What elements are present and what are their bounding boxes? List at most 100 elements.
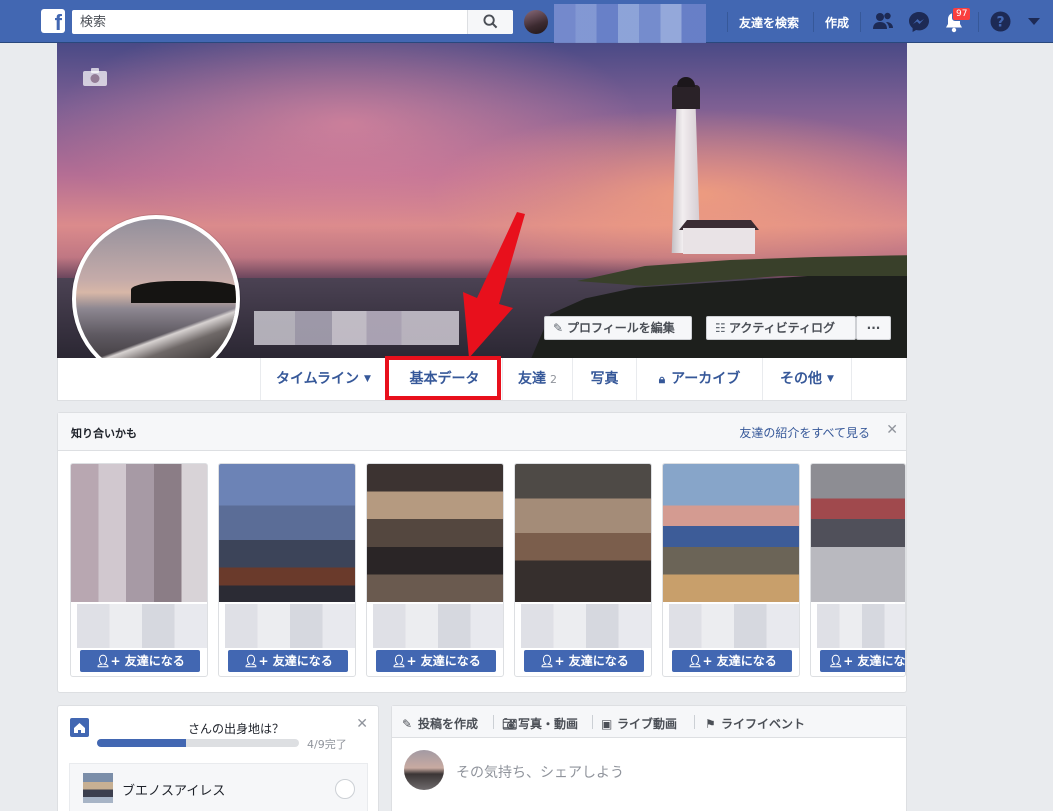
close-icon[interactable]: ✕: [356, 716, 368, 732]
life-event-tab[interactable]: ⚑ ライフイベント: [705, 715, 805, 732]
tab-label: タイムライン: [276, 371, 360, 387]
add-friend-button[interactable]: 👤︎+ 友達になる: [820, 650, 906, 672]
divider: [694, 715, 695, 729]
suggestion-photo[interactable]: [71, 464, 207, 602]
lock-icon: 🔒︎: [658, 372, 666, 386]
city-radio-button[interactable]: [335, 779, 355, 799]
tab-timeline[interactable]: タイムライン ▼: [260, 358, 386, 400]
pencil-icon: ✎: [402, 717, 413, 731]
lighthouse-lamp: [672, 85, 700, 109]
add-friend-icon: 👤︎+: [828, 654, 854, 668]
add-friend-button[interactable]: 👤︎+ 友達になる: [80, 650, 200, 672]
create-post-tab[interactable]: ✎ 投稿を作成: [402, 715, 478, 732]
add-friend-label: 友達になる: [272, 654, 333, 668]
suggestion-name-blurred[interactable]: [373, 604, 503, 648]
suggestion-name-blurred[interactable]: [521, 604, 651, 648]
palm-island: [131, 281, 236, 303]
live-video-label: ライブ動画: [617, 717, 678, 731]
divider: [860, 12, 861, 32]
user-name-blurred[interactable]: [554, 4, 706, 48]
add-friend-button[interactable]: 👤︎+ 友達になる: [376, 650, 496, 672]
close-icon[interactable]: ✕: [886, 422, 898, 438]
city-option[interactable]: ブエノスアイレス: [69, 763, 368, 811]
suggestion-card[interactable]: 👤︎+ 友達になる: [218, 463, 356, 677]
add-friend-button[interactable]: 👤︎+ 友達になる: [228, 650, 348, 672]
suggestion-name-blurred[interactable]: [77, 604, 207, 648]
list-icon: ☷: [715, 321, 726, 335]
edit-profile-label: プロフィールを編集: [567, 321, 675, 335]
activity-log-label: アクティビティログ: [729, 321, 835, 335]
search-input[interactable]: [72, 10, 467, 34]
edit-profile-button[interactable]: ✎ プロフィールを編集: [544, 316, 692, 340]
add-friend-label: 友達になる: [568, 654, 629, 668]
user-avatar[interactable]: [524, 10, 548, 34]
divider: [978, 12, 979, 32]
suggestion-name-blurred[interactable]: [669, 604, 799, 648]
top-navbar: f 友達を検索 作成 97 ?: [0, 0, 1053, 48]
suggestion-photo[interactable]: [811, 464, 905, 602]
profile-name-blurred: [254, 311, 459, 345]
pymk-header: 知り合いかも 友達の紹介をすべて見る ✕: [58, 413, 906, 451]
live-video-tab[interactable]: ▣ ライブ動画: [601, 715, 677, 732]
divider: [813, 12, 814, 32]
divider: [493, 715, 494, 729]
city-thumbnail: [83, 773, 113, 803]
add-friend-icon: 👤︎+: [243, 654, 269, 668]
notification-count-badge: 97: [952, 7, 972, 21]
find-friends-link[interactable]: 友達を検索: [739, 14, 799, 31]
activity-log-button[interactable]: ☷ アクティビティログ: [706, 316, 856, 340]
suggestion-photo[interactable]: [367, 464, 503, 602]
add-friend-label: 友達になる: [857, 654, 906, 668]
tab-friends[interactable]: 友達 2: [502, 358, 572, 400]
suggestion-card[interactable]: 👤︎+ 友達になる: [662, 463, 800, 677]
camera-icon: 📷︎: [502, 717, 518, 731]
svg-text:?: ?: [996, 15, 1004, 31]
create-link[interactable]: 作成: [825, 14, 849, 31]
house: [683, 228, 755, 254]
friend-count: 2: [550, 373, 557, 386]
create-post-label: 投稿を作成: [418, 717, 479, 731]
tab-label: その他: [780, 371, 823, 387]
suggestion-name-blurred[interactable]: [225, 604, 355, 648]
suggestion-card[interactable]: 👤︎+ 友達になる: [514, 463, 652, 677]
composer-tabs: ✎ 投稿を作成 📷︎写真・動画 ▣ ライブ動画 ⚑ ライフイベント: [392, 706, 906, 738]
pymk-title: 知り合いかも: [71, 427, 137, 440]
people-you-may-know: 知り合いかも 友達の紹介をすべて見る ✕ 👤︎+ 友達になる 👤︎+ 友達になる…: [57, 412, 907, 693]
facebook-logo-icon[interactable]: f: [41, 9, 65, 35]
help-icon[interactable]: ?: [990, 11, 1011, 32]
tab-label: アーカイブ: [671, 371, 741, 387]
photo-video-tab[interactable]: 📷︎写真・動画: [502, 715, 578, 732]
friend-requests-icon[interactable]: [872, 11, 894, 31]
tab-archive[interactable]: 🔒︎ アーカイブ: [636, 358, 762, 400]
search-button[interactable]: [467, 10, 513, 34]
composer-avatar: [404, 750, 444, 790]
add-friend-button[interactable]: 👤︎+ 友達になる: [524, 650, 644, 672]
pencil-icon: ✎: [553, 321, 564, 335]
suggestion-name-blurred[interactable]: [817, 604, 905, 648]
tab-label: 写真: [590, 371, 619, 387]
suggestion-card[interactable]: 👤︎+ 友達になる: [366, 463, 504, 677]
tab-photos[interactable]: 写真: [572, 358, 636, 400]
hometown-question: さんの出身地は？: [188, 722, 285, 736]
caret-down-icon: ▼: [364, 374, 371, 384]
progress-fill: [97, 739, 186, 747]
add-friend-button[interactable]: 👤︎+ 友達になる: [672, 650, 792, 672]
add-friend-label: 友達になる: [716, 654, 777, 668]
suggestion-photo[interactable]: [219, 464, 355, 602]
hometown-prompt-card: さんの出身地は？ ✕ 4/9完了 ブエノスアイレス: [57, 705, 379, 811]
suggestion-photo[interactable]: [515, 464, 651, 602]
suggestion-photo[interactable]: [663, 464, 799, 602]
search-box: [72, 10, 513, 34]
messenger-icon[interactable]: [908, 11, 930, 33]
composer-input[interactable]: その気持ち、シェアしよう: [456, 762, 624, 782]
suggestion-card[interactable]: 👤︎+ 友達になる: [810, 463, 906, 677]
tab-more[interactable]: その他 ▼: [762, 358, 852, 400]
more-options-button[interactable]: ···: [856, 316, 891, 340]
add-friend-label: 友達になる: [124, 654, 185, 668]
see-all-suggestions-link[interactable]: 友達の紹介をすべて見る: [739, 424, 870, 441]
suggestion-card[interactable]: 👤︎+ 友達になる: [70, 463, 208, 677]
home-icon: [70, 718, 89, 737]
red-arrow-annotation: [463, 212, 525, 358]
account-menu-chevron-down-icon[interactable]: [1028, 18, 1040, 26]
update-cover-camera-icon[interactable]: [83, 68, 107, 86]
